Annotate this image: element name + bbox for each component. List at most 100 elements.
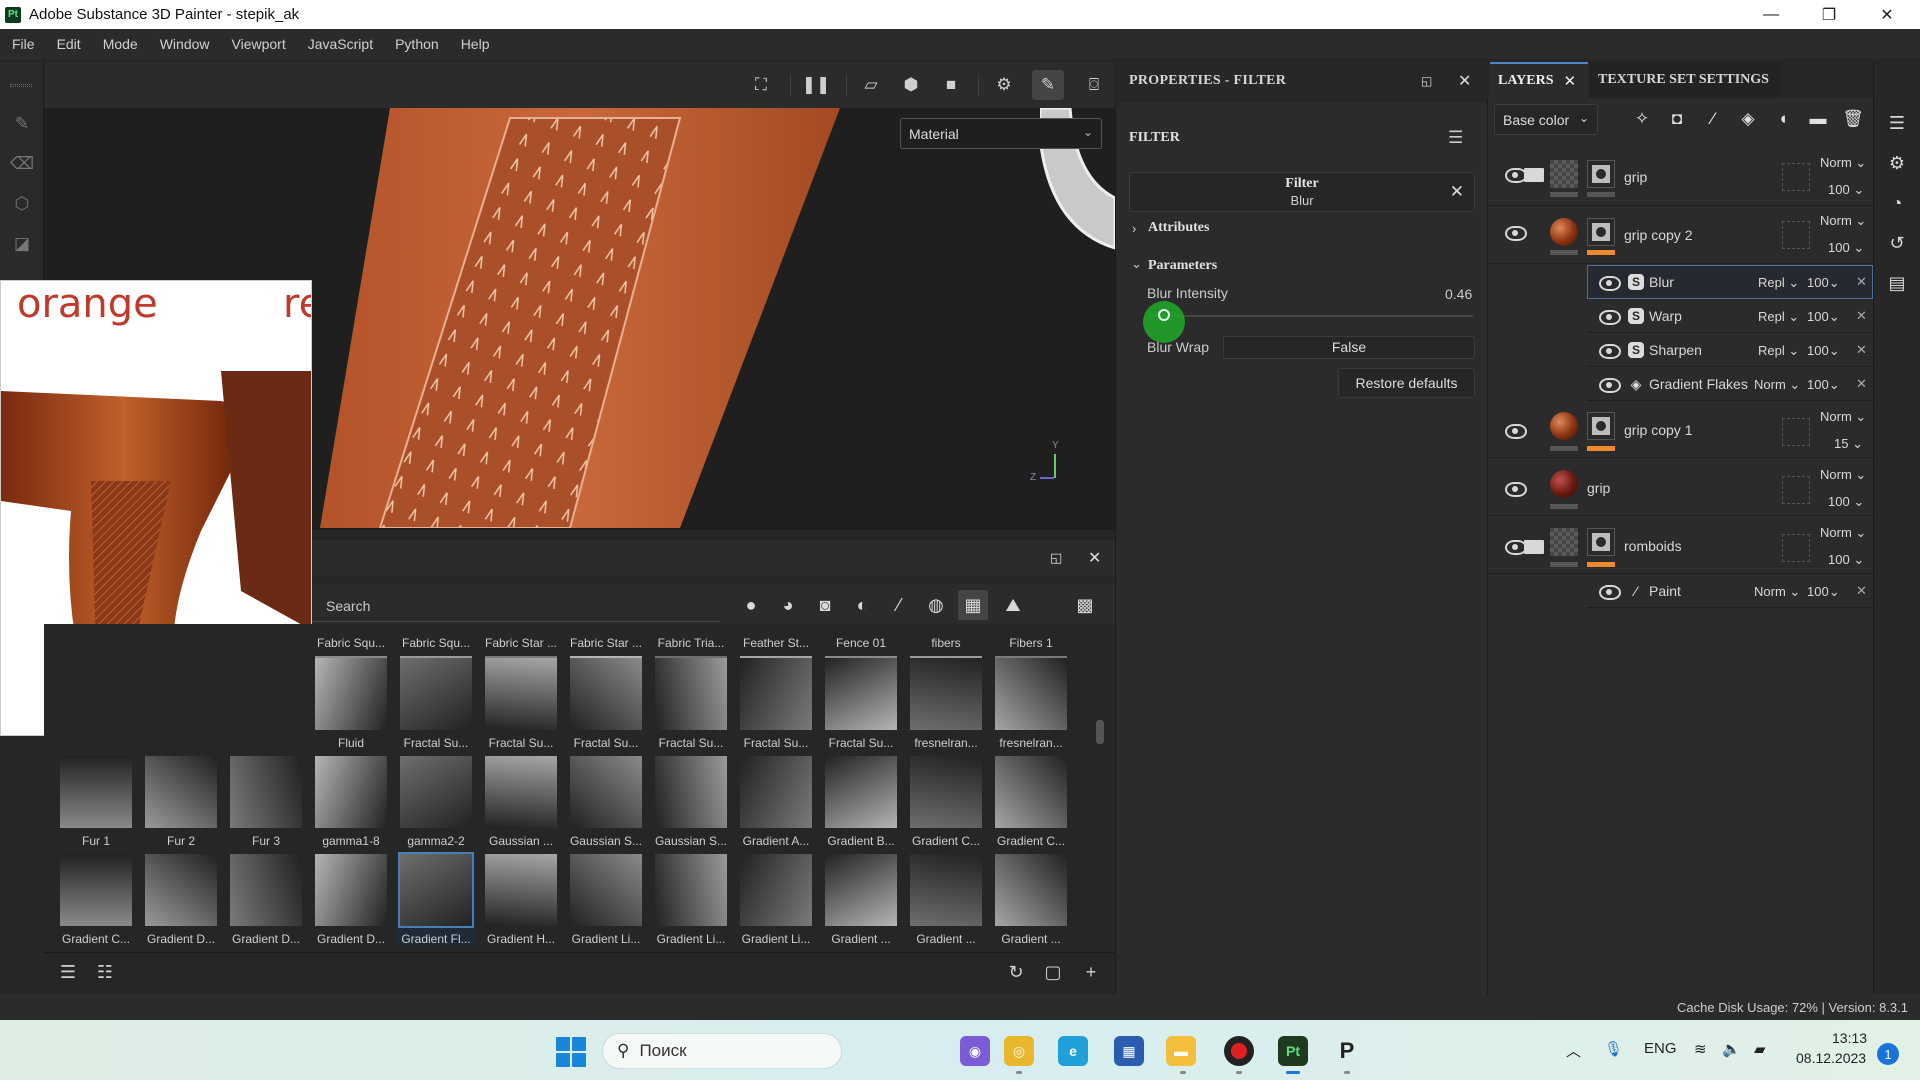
brush-icon[interactable]: ⁄ bbox=[884, 590, 914, 620]
remove-effect-icon[interactable]: ✕ bbox=[1856, 342, 1867, 358]
blend-mode-select[interactable]: Norm ⌄ bbox=[1820, 409, 1866, 425]
mask-thumbnail[interactable] bbox=[1587, 412, 1615, 440]
blend-mode-select[interactable]: Norm ⌄ bbox=[1754, 584, 1800, 600]
shelf-asset[interactable]: Fluid bbox=[311, 658, 391, 750]
recorder-icon[interactable] bbox=[1224, 1036, 1254, 1066]
shelf-asset[interactable]: Fur 2 bbox=[141, 756, 221, 848]
remove-effect-icon[interactable]: ✕ bbox=[1856, 583, 1867, 599]
shelf-asset[interactable]: Fractal Su... bbox=[736, 658, 816, 750]
volume-icon[interactable]: 🔈 bbox=[1722, 1040, 1741, 1058]
float-panel-icon[interactable]: ◱ bbox=[1421, 74, 1432, 88]
effect-row-gradient-flakes[interactable]: ◈ Gradient Flakes Norm ⌄ 100⌄ ✕ bbox=[1587, 367, 1873, 401]
blur-intensity-slider[interactable] bbox=[1148, 315, 1473, 317]
taskbar-search[interactable]: ⚲ Поиск bbox=[602, 1033, 842, 1069]
visibility-eye-icon[interactable] bbox=[1599, 310, 1621, 325]
minimize-button[interactable]: — bbox=[1748, 0, 1794, 29]
opacity-select[interactable]: 100⌄ bbox=[1807, 584, 1840, 600]
shelf-asset[interactable]: Gradient D... bbox=[141, 854, 221, 946]
blur-wrap-toggle[interactable]: False bbox=[1223, 336, 1475, 359]
alpha-icon[interactable]: ◍ bbox=[921, 590, 951, 620]
shelf-asset[interactable]: fresnelran... bbox=[991, 658, 1071, 750]
grid-view-icon[interactable]: ▩ bbox=[1070, 590, 1100, 620]
display-mode-select[interactable]: Material ⌄ bbox=[900, 118, 1102, 149]
visibility-eye-icon[interactable] bbox=[1599, 344, 1621, 359]
restore-defaults-button[interactable]: Restore defaults bbox=[1338, 368, 1475, 398]
pause-icon[interactable]: ❚❚ bbox=[800, 70, 832, 100]
cube-view-icon[interactable]: ⬢ bbox=[895, 70, 927, 100]
material-icon[interactable]: ◕ bbox=[773, 590, 803, 620]
close-properties-icon[interactable]: ✕ bbox=[1458, 71, 1471, 91]
visibility-eye-icon[interactable] bbox=[1599, 585, 1621, 600]
shelf-filter-list-icon[interactable]: ☷ bbox=[93, 960, 117, 984]
menu-viewport[interactable]: Viewport bbox=[221, 36, 297, 52]
effect-row-warp[interactable]: S Warp Repl ⌄ 100⌄ ✕ bbox=[1587, 299, 1873, 333]
blend-mode-select[interactable]: Norm ⌄ bbox=[1754, 377, 1800, 393]
shelf-asset[interactable]: fresnelran... bbox=[906, 658, 986, 750]
visibility-eye-icon[interactable] bbox=[1505, 482, 1527, 497]
new-page-icon[interactable]: ▢ bbox=[1041, 960, 1065, 984]
hide-ui-icon[interactable]: ⛶ bbox=[745, 70, 777, 100]
menu-mode[interactable]: Mode bbox=[92, 36, 149, 52]
shelf-scrollbar[interactable] bbox=[1096, 720, 1104, 744]
shelf-asset[interactable]: Gradient A... bbox=[736, 756, 816, 848]
wifi-icon[interactable]: ≋ bbox=[1694, 1040, 1707, 1058]
edge-icon[interactable]: e bbox=[1058, 1036, 1088, 1066]
remove-effect-icon[interactable]: ✕ bbox=[1856, 274, 1867, 290]
layer-row[interactable]: grip Norm ⌄ 100 ⌄ bbox=[1488, 458, 1873, 516]
clock-date[interactable]: 08.12.2023 bbox=[1796, 1050, 1866, 1066]
shelf-asset[interactable]: Gaussian ... bbox=[481, 756, 561, 848]
shelf-asset[interactable]: Fur 3 bbox=[226, 756, 306, 848]
add-folder-icon[interactable]: ▬ bbox=[1806, 106, 1830, 132]
paint-brush-icon[interactable]: ✎ bbox=[1032, 70, 1064, 100]
language-indicator[interactable]: ENG bbox=[1644, 1040, 1677, 1057]
slider-handle[interactable] bbox=[1143, 301, 1185, 343]
mask-thumbnail[interactable] bbox=[1587, 218, 1615, 246]
chrome-icon[interactable]: ◎ bbox=[1004, 1036, 1034, 1066]
blend-mode-select[interactable]: Norm ⌄ bbox=[1820, 525, 1866, 541]
shelf-asset[interactable]: Gradient D... bbox=[226, 854, 306, 946]
blend-mode-select[interactable]: Repl ⌄ bbox=[1758, 343, 1799, 359]
opacity-select[interactable]: 100⌄ bbox=[1807, 377, 1840, 393]
shelf-asset[interactable]: Fur 1 bbox=[56, 756, 136, 848]
environment-icon[interactable]: ⛰ bbox=[998, 590, 1028, 620]
bake-icon[interactable]: ⚙ bbox=[988, 70, 1020, 100]
smart-material-icon[interactable]: ● bbox=[736, 590, 766, 620]
layer-row[interactable]: grip copy 2 Norm ⌄ 100 ⌄ bbox=[1488, 206, 1873, 264]
shader-settings-icon[interactable]: ◔ bbox=[1886, 192, 1908, 214]
shelf-search-input[interactable]: Search bbox=[312, 588, 720, 622]
filter-resource-slot[interactable]: Filter Blur ✕ bbox=[1129, 172, 1475, 212]
shelf-asset[interactable]: Gradient Li... bbox=[566, 854, 646, 946]
menu-javascript[interactable]: JavaScript bbox=[297, 36, 384, 52]
layer-row[interactable]: grip Norm ⌄ 100 ⌄ bbox=[1488, 148, 1873, 206]
history-icon[interactable]: ↺ bbox=[1886, 232, 1908, 254]
camera-icon[interactable]: ■ bbox=[935, 70, 967, 100]
opacity-select[interactable]: 100 ⌄ bbox=[1828, 494, 1864, 510]
shelf-asset[interactable]: Gradient ... bbox=[906, 854, 986, 946]
shelf-asset[interactable]: Fractal Su... bbox=[651, 658, 731, 750]
mask-icon[interactable]: ◙ bbox=[810, 590, 840, 620]
drag-handle[interactable] bbox=[10, 84, 32, 87]
shelf-asset[interactable]: Gradient H... bbox=[481, 854, 561, 946]
opacity-select[interactable]: 100 ⌄ bbox=[1828, 240, 1864, 256]
shelf-asset[interactable]: Fractal Su... bbox=[566, 658, 646, 750]
shelf-asset[interactable]: Gradient Li... bbox=[736, 854, 816, 946]
substance-painter-icon[interactable]: Pt bbox=[1278, 1036, 1308, 1066]
shelf-asset[interactable]: Gradient C... bbox=[991, 756, 1071, 848]
microphone-icon[interactable]: 🎙 bbox=[1604, 1040, 1623, 1058]
add-fill-layer-icon[interactable]: ◈ bbox=[1736, 106, 1760, 132]
close-shelf-icon[interactable]: ✕ bbox=[1088, 548, 1101, 568]
opacity-select[interactable]: 100⌄ bbox=[1807, 309, 1840, 325]
menu-help[interactable]: Help bbox=[450, 36, 501, 52]
tray-chevron-up-icon[interactable]: ︿ bbox=[1566, 1040, 1581, 1061]
blur-intensity-value[interactable]: 0.46 bbox=[1445, 286, 1472, 302]
blend-mode-select[interactable]: Norm ⌄ bbox=[1820, 467, 1866, 483]
chevron-right-icon[interactable]: › bbox=[1132, 221, 1136, 236]
shelf-asset[interactable]: Gradient Li... bbox=[651, 854, 731, 946]
blend-mode-select[interactable]: Norm ⌄ bbox=[1820, 155, 1866, 171]
paint-tool-icon[interactable]: ✎ bbox=[12, 114, 32, 134]
tab-texture-set-settings[interactable]: TEXTURE SET SETTINGS bbox=[1590, 62, 1780, 98]
opacity-select[interactable]: 100⌄ bbox=[1807, 343, 1840, 359]
layer-row[interactable]: romboids Norm ⌄ 100 ⌄ bbox=[1488, 516, 1873, 574]
clock-time[interactable]: 13:13 bbox=[1832, 1030, 1867, 1046]
maximize-button[interactable]: ❐ bbox=[1806, 0, 1852, 29]
